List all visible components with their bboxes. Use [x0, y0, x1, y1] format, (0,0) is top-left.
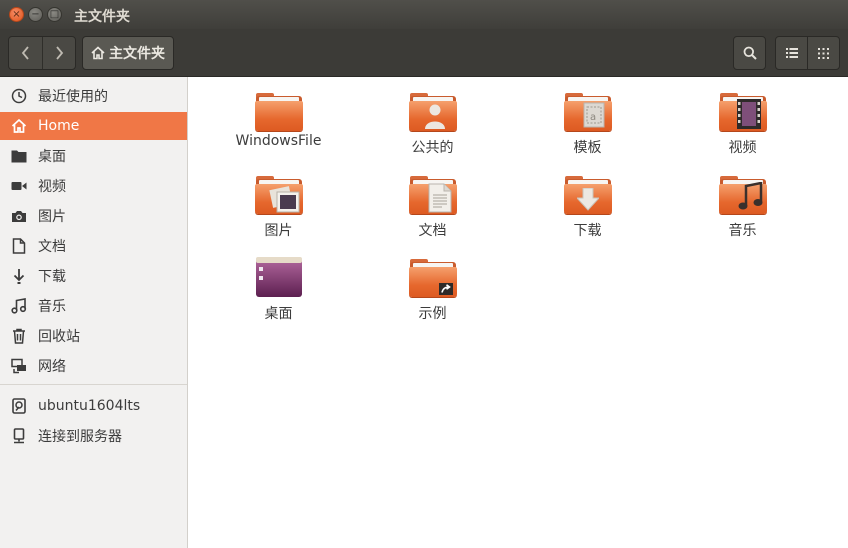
sidebar-item-label: 连接到服务器 [38, 429, 122, 445]
file-item-windowsfile[interactable]: WindowsFile [201, 77, 356, 157]
file-item-pictures[interactable]: 图片 [201, 160, 356, 240]
sidebar-item-label: 文档 [38, 239, 66, 255]
music-icon [0, 298, 38, 314]
forward-button[interactable] [42, 37, 75, 69]
folder-download-icon [563, 174, 612, 218]
drive-icon [0, 398, 38, 414]
sidebar-item-connect-server[interactable]: 连接到服务器 [0, 422, 187, 450]
file-view: WindowsFile 公共的 a 模板 视频 图片 文档 下载 音乐 桌面 示… [193, 77, 848, 548]
maximize-icon: □ [49, 8, 60, 20]
folder-icon [254, 91, 303, 137]
desktop-folder-icon [0, 149, 38, 163]
sidebar-item-documents[interactable]: 文档 [0, 232, 187, 260]
sidebar-item-network[interactable]: 网络 [0, 352, 187, 380]
list-view-icon [785, 48, 798, 58]
sidebar-item-label: 视频 [38, 179, 66, 195]
svg-text:a: a [590, 112, 596, 123]
chevron-right-icon [56, 46, 64, 60]
sidebar: 最近使用的 Home 桌面 视频 图片 文档 下载 音乐 回收站 网络 ubun… [0, 77, 188, 548]
sidebar-item-label: 最近使用的 [38, 89, 108, 105]
file-label: 文档 [418, 223, 447, 239]
folder-public-icon [408, 91, 457, 135]
file-item-downloads[interactable]: 下载 [510, 160, 665, 240]
file-label: 音乐 [728, 223, 757, 239]
file-manager-window: × − □ 主文件夹 主文件夹 最近使用的 Home 桌面 视频 图片 文档 下… [0, 0, 848, 548]
trash-icon [0, 328, 38, 344]
close-icon: × [12, 8, 21, 20]
path-label: 主文件夹 [109, 46, 165, 62]
maximize-window-button[interactable]: □ [47, 7, 62, 22]
file-label: 模板 [573, 140, 602, 156]
path-bar-home-button[interactable]: 主文件夹 [82, 36, 174, 70]
sidebar-item-downloads[interactable]: 下载 [0, 262, 187, 290]
sidebar-item-label: 音乐 [38, 299, 66, 315]
sidebar-item-label: 桌面 [38, 149, 66, 165]
close-window-button[interactable]: × [9, 7, 24, 22]
file-label: 公共的 [411, 140, 454, 156]
sidebar-item-pictures[interactable]: 图片 [0, 202, 187, 230]
minimize-window-button[interactable]: − [28, 7, 43, 22]
file-label: 视频 [728, 140, 757, 156]
file-item-videos[interactable]: 视频 [665, 77, 820, 157]
sidebar-item-music[interactable]: 音乐 [0, 292, 187, 320]
sidebar-item-label: 下载 [38, 269, 66, 285]
sidebar-item-desktop[interactable]: 桌面 [0, 142, 187, 170]
sidebar-separator [0, 384, 187, 385]
camera-icon [0, 209, 38, 223]
sidebar-item-drive[interactable]: ubuntu1604lts [0, 392, 187, 420]
search-button[interactable] [733, 36, 766, 70]
sidebar-item-home[interactable]: Home [0, 112, 187, 140]
network-icon [0, 358, 38, 374]
navigation-buttons [8, 36, 76, 70]
file-item-documents[interactable]: 文档 [355, 160, 510, 240]
file-item-templates[interactable]: a 模板 [510, 77, 665, 157]
video-icon [0, 180, 38, 192]
sidebar-item-trash[interactable]: 回收站 [0, 322, 187, 350]
folder-music-icon [718, 174, 767, 218]
toolbar: 主文件夹 [0, 29, 848, 77]
sidebar-item-recent[interactable]: 最近使用的 [0, 82, 187, 110]
folder-pictures-icon [254, 174, 303, 218]
sidebar-item-label: Home [38, 118, 80, 134]
grid-view-button[interactable] [807, 36, 840, 70]
chevron-left-icon [21, 46, 29, 60]
title-bar: × − □ 主文件夹 [0, 0, 848, 29]
file-item-examples[interactable]: 示例 [355, 243, 510, 323]
sidebar-item-label: 网络 [38, 359, 66, 375]
home-icon [91, 46, 105, 60]
download-icon [0, 268, 38, 284]
clock-icon [0, 88, 38, 104]
folder-templates-icon: a [563, 91, 612, 135]
file-item-desktop[interactable]: 桌面 [201, 243, 356, 323]
file-item-public[interactable]: 公共的 [355, 77, 510, 157]
server-icon [0, 428, 38, 444]
sidebar-item-videos[interactable]: 视频 [0, 172, 187, 200]
file-label: 桌面 [264, 306, 293, 322]
sidebar-item-label: ubuntu1604lts [38, 398, 141, 414]
file-label: 下载 [573, 223, 602, 239]
sidebar-item-label: 图片 [38, 209, 66, 225]
desktop-icon [255, 257, 303, 301]
home-icon [0, 118, 38, 134]
back-button[interactable] [9, 37, 42, 69]
search-icon [743, 46, 757, 60]
file-label: 图片 [264, 223, 293, 239]
folder-documents-icon [408, 174, 457, 218]
list-view-button[interactable] [775, 36, 808, 70]
sidebar-item-label: 回收站 [38, 329, 80, 345]
grid-view-icon [818, 47, 829, 59]
folder-link-icon [408, 257, 457, 301]
document-icon [0, 238, 38, 254]
folder-videos-icon [718, 91, 767, 135]
file-label: 示例 [418, 306, 447, 322]
window-title: 主文件夹 [74, 9, 130, 25]
file-item-music[interactable]: 音乐 [665, 160, 820, 240]
minimize-icon: − [31, 8, 40, 20]
